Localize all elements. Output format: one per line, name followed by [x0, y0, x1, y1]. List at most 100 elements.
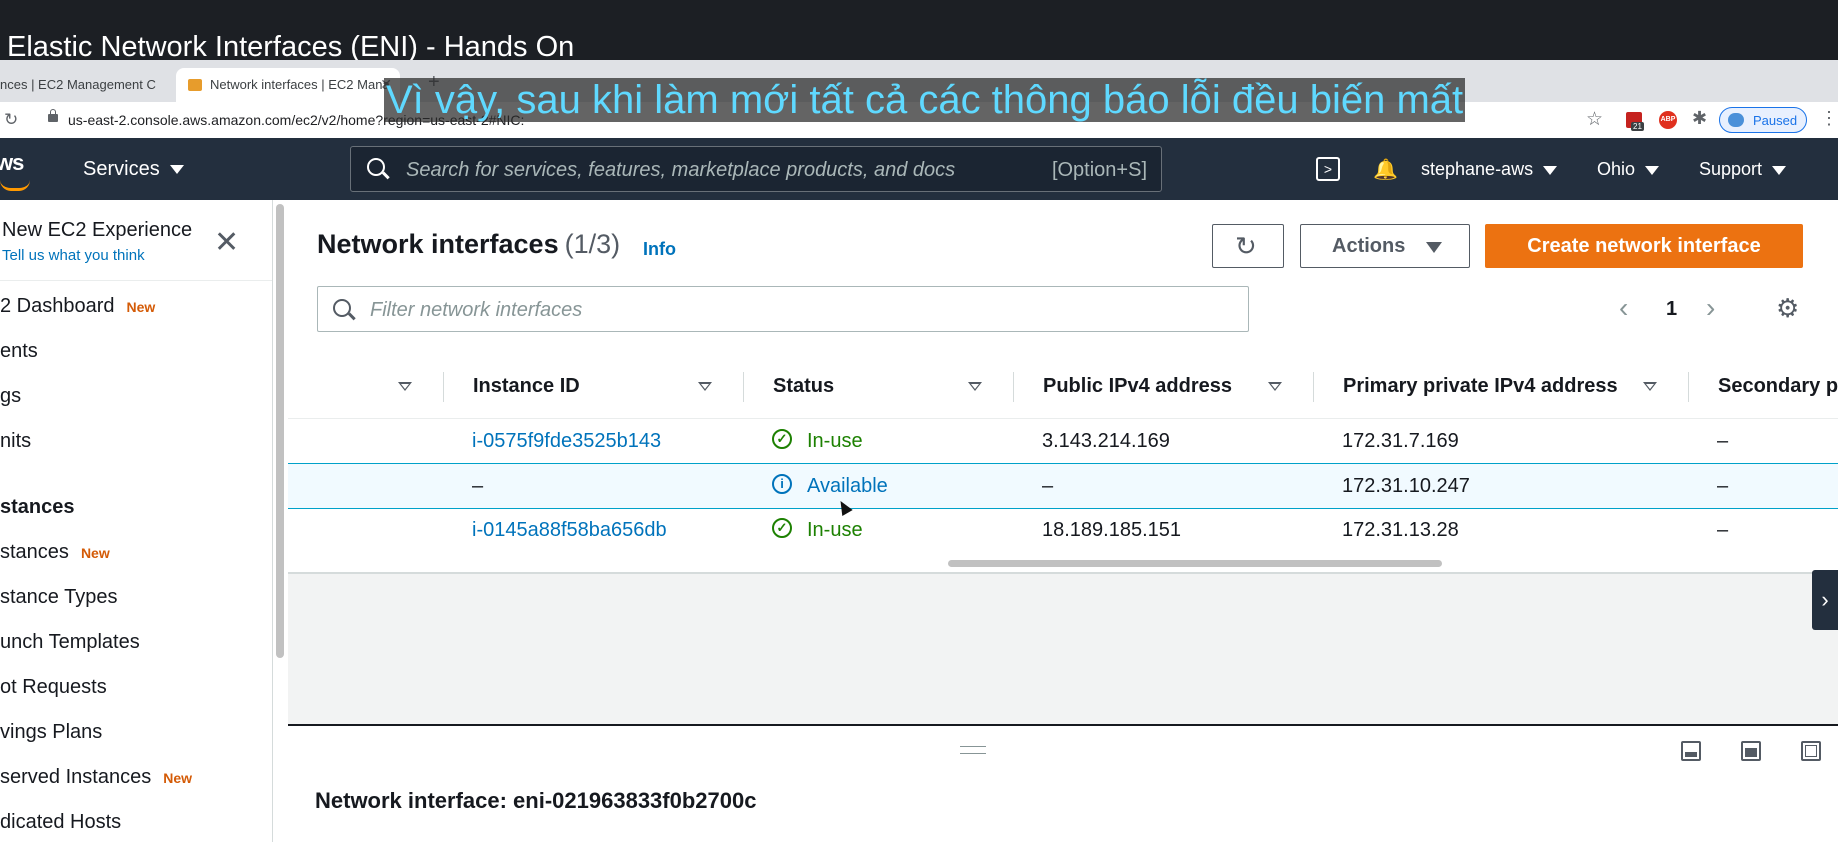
sidebar-item-tags[interactable]: gs	[0, 385, 21, 408]
aws-logo[interactable]: ws	[0, 150, 24, 176]
expand-panel-chevron-icon[interactable]: ›	[1812, 570, 1838, 630]
secondary-ip-cell: –	[1717, 430, 1729, 452]
refresh-button[interactable]: ↻	[1212, 224, 1284, 268]
close-icon[interactable]: ✕	[214, 228, 239, 258]
sidebar-item-launch-templates[interactable]: unch Templates	[0, 631, 140, 654]
public-ip-cell: –	[1042, 475, 1054, 497]
region-name: Ohio	[1597, 159, 1636, 179]
sort-icon[interactable]	[968, 382, 982, 391]
sidebar-item-dashboard[interactable]: 2 Dashboard New	[0, 295, 155, 318]
column-header-secondary[interactable]: Secondary p	[1718, 375, 1838, 398]
page-number[interactable]: 1	[1666, 298, 1677, 321]
column-divider[interactable]	[743, 372, 744, 402]
sidebar-section-instances[interactable]: stances	[0, 496, 75, 519]
gear-icon[interactable]: ⚙	[1776, 295, 1799, 321]
split-full-icon[interactable]	[1801, 741, 1821, 761]
sidebar-item-reserved-instances[interactable]: served Instances New	[0, 766, 192, 789]
split-bottom-large-icon[interactable]	[1741, 741, 1761, 761]
next-page-icon[interactable]: ›	[1706, 292, 1715, 324]
table-horizontal-scrollbar[interactable]	[948, 560, 1442, 567]
account-name: stephane-aws	[1421, 159, 1534, 179]
instance-id-link[interactable]: i-0575f9fde3525b143	[472, 430, 661, 453]
region-menu[interactable]: Ohio	[1597, 159, 1660, 180]
sidebar-item-savings-plans[interactable]: vings Plans	[0, 721, 102, 744]
resize-handle-icon[interactable]	[960, 746, 986, 754]
create-network-interface-button[interactable]: Create network interface	[1485, 224, 1803, 268]
profile-status: Paused	[1753, 113, 1798, 128]
table-row[interactable]: i-0575f9fde3525b143 ✓ In-use 3.143.214.1…	[288, 419, 1838, 464]
detail-title: Network interface: eni-021963833f0b2700c	[315, 788, 757, 813]
sidebar-item-dedicated-hosts[interactable]: dicated Hosts	[0, 811, 121, 834]
selection-count: (1/3)	[564, 229, 621, 259]
feedback-link[interactable]: Tell us what you think	[2, 247, 145, 264]
sidebar-scrollbar[interactable]	[276, 204, 284, 658]
actions-button[interactable]: Actions	[1300, 224, 1470, 268]
notifications-bell-icon[interactable]: 🔔	[1373, 157, 1398, 182]
new-badge: New	[80, 545, 110, 561]
sidebar-divider	[0, 280, 272, 281]
column-divider[interactable]	[1313, 372, 1314, 402]
column-divider[interactable]	[443, 372, 444, 402]
secondary-ip-cell: –	[1717, 519, 1729, 541]
browser-tab-instances[interactable]: nces | EC2 Management C	[0, 68, 170, 102]
status-text: In-use	[807, 430, 863, 452]
extensions-puzzle-icon[interactable]: ✱	[1692, 108, 1707, 129]
instance-id-link[interactable]: i-0145a88f58ba656db	[472, 519, 667, 542]
new-experience-label: New EC2 Experience	[2, 219, 193, 241]
main-content: Network interfaces (1/3) Info ↻ Actions C…	[288, 200, 1838, 844]
adblock-icon[interactable]: ABP	[1659, 111, 1677, 129]
browser-tab-network-interfaces[interactable]: Network interfaces | EC2 Mana ✕	[176, 68, 400, 102]
extension-red-icon[interactable]: 21	[1626, 112, 1644, 131]
info-link[interactable]: Info	[643, 239, 676, 260]
column-header-status[interactable]: Status	[773, 375, 834, 398]
new-badge: New	[163, 770, 192, 786]
sidebar-item-instances[interactable]: stances New	[0, 541, 110, 564]
page-title-text: Network interfaces	[317, 229, 559, 259]
table-row[interactable]: i-0145a88f58ba656db ✓ In-use 18.189.185.…	[288, 508, 1838, 552]
global-search-input[interactable]: Search for services, features, marketpla…	[350, 146, 1162, 192]
services-menu[interactable]: Services	[83, 158, 184, 181]
info-circle-icon: i	[772, 474, 792, 494]
sidebar-item-label: 2 Dashboard	[0, 295, 115, 317]
profile-paused-button[interactable]: Paused	[1719, 107, 1807, 133]
column-divider[interactable]	[1013, 372, 1014, 402]
column-header-instance-id[interactable]: Instance ID	[473, 375, 580, 398]
network-interfaces-table: Instance ID Status Public IPv4 address P…	[288, 342, 1838, 552]
bookmark-star-icon[interactable]: ☆	[1586, 108, 1603, 131]
sort-icon[interactable]	[398, 382, 412, 391]
column-divider[interactable]	[1688, 372, 1689, 402]
tab-label: nces | EC2 Management C	[0, 77, 156, 92]
column-header-primary-private-ipv4[interactable]: Primary private IPv4 address	[1343, 375, 1618, 398]
sidebar-item-limits[interactable]: nits	[0, 430, 31, 453]
caret-down-icon	[1426, 242, 1442, 253]
previous-page-icon[interactable]: ‹	[1619, 292, 1628, 324]
sidebar-item-label: dicated Hosts	[0, 811, 122, 833]
sidebar-item-label: served Instances	[0, 766, 152, 788]
reload-icon[interactable]: ↻	[4, 110, 18, 130]
actions-label: Actions	[1332, 235, 1406, 257]
support-menu[interactable]: Support	[1699, 159, 1787, 180]
account-menu[interactable]: stephane-aws	[1421, 159, 1558, 180]
sidebar-item-instance-types[interactable]: stance Types	[0, 586, 117, 609]
table-row-selected[interactable]: – i Available – 172.31.10.247 –	[288, 463, 1838, 509]
network-interfaces-panel: Network interfaces (1/3) Info ↻ Actions C…	[288, 200, 1838, 574]
check-circle-icon: ✓	[772, 429, 792, 449]
lock-icon[interactable]	[48, 109, 58, 122]
sort-icon[interactable]	[698, 382, 712, 391]
filter-placeholder: Filter network interfaces	[370, 299, 583, 321]
sidebar-item-label: unch Templates	[0, 631, 140, 653]
column-header-public-ipv4[interactable]: Public IPv4 address	[1043, 375, 1232, 398]
cloudshell-icon[interactable]: >	[1316, 157, 1340, 181]
filter-input[interactable]: Filter network interfaces	[317, 286, 1249, 332]
status-text: In-use	[807, 519, 863, 541]
private-ip-cell: 172.31.7.169	[1342, 430, 1459, 452]
sidebar-item-events[interactable]: ents	[0, 340, 38, 363]
sidebar-item-spot-requests[interactable]: ot Requests	[0, 676, 107, 699]
sort-icon[interactable]	[1268, 382, 1282, 391]
sort-icon[interactable]	[1643, 382, 1657, 391]
split-bottom-small-icon[interactable]	[1681, 741, 1701, 761]
browser-menu-icon[interactable]: ⋮	[1820, 108, 1838, 129]
private-ip-cell: 172.31.13.28	[1342, 519, 1459, 541]
search-shortcut: [Option+S]	[1051, 159, 1147, 181]
sidebar-item-label: stances	[0, 541, 69, 563]
